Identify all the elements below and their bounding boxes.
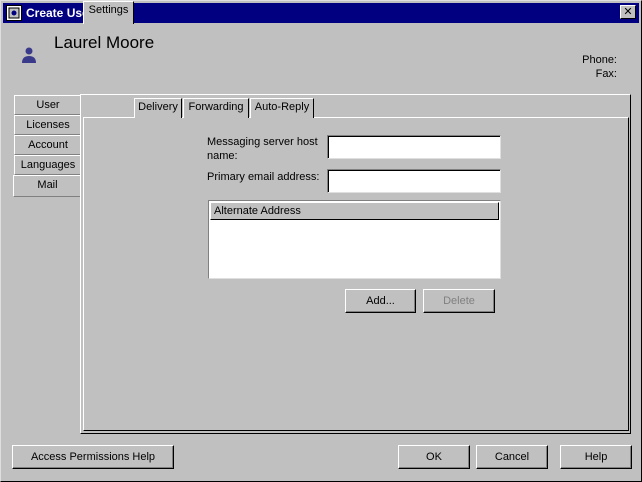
tab-languages[interactable]: Languages xyxy=(14,155,81,175)
app-icon xyxy=(6,5,22,21)
tab-user[interactable]: User xyxy=(14,95,81,115)
fax-label: Fax: xyxy=(595,68,617,80)
ok-button[interactable]: OK xyxy=(398,445,470,469)
host-label-line1: Messaging server host xyxy=(207,136,318,148)
email-label: Primary email address: xyxy=(207,171,320,183)
tab-licenses[interactable]: Licenses xyxy=(14,115,81,135)
tab-auto-reply[interactable]: Auto-Reply xyxy=(250,98,314,118)
create-user-window: Create User ✕ Laurel Moore Phone: Fax: U… xyxy=(0,0,642,482)
host-name-field[interactable] xyxy=(327,135,501,159)
close-button[interactable]: ✕ xyxy=(620,5,636,19)
user-icon xyxy=(22,47,36,63)
close-icon: ✕ xyxy=(623,6,633,18)
cancel-button[interactable]: Cancel xyxy=(476,445,548,469)
phone-label: Phone: xyxy=(582,54,617,66)
user-name: Laurel Moore xyxy=(54,33,155,52)
email-field[interactable] xyxy=(327,169,501,193)
tab-delivery[interactable]: Delivery xyxy=(134,98,182,118)
help-button[interactable]: Help xyxy=(560,445,632,469)
host-label: Messaging server host name: xyxy=(207,135,318,163)
access-permissions-help-button[interactable]: Access Permissions Help xyxy=(12,445,174,469)
add-button[interactable]: Add... xyxy=(345,289,416,313)
host-label-line2: name: xyxy=(207,150,238,162)
alternate-address-list[interactable]: Alternate Address xyxy=(208,200,501,279)
tab-account[interactable]: Account xyxy=(14,135,81,155)
tab-forwarding[interactable]: Forwarding xyxy=(183,98,249,118)
alternate-address-header[interactable]: Alternate Address xyxy=(210,202,499,220)
tab-settings[interactable]: Settings xyxy=(83,1,134,24)
delete-button[interactable]: Delete xyxy=(423,289,495,313)
tab-mail[interactable]: Mail xyxy=(13,175,81,197)
